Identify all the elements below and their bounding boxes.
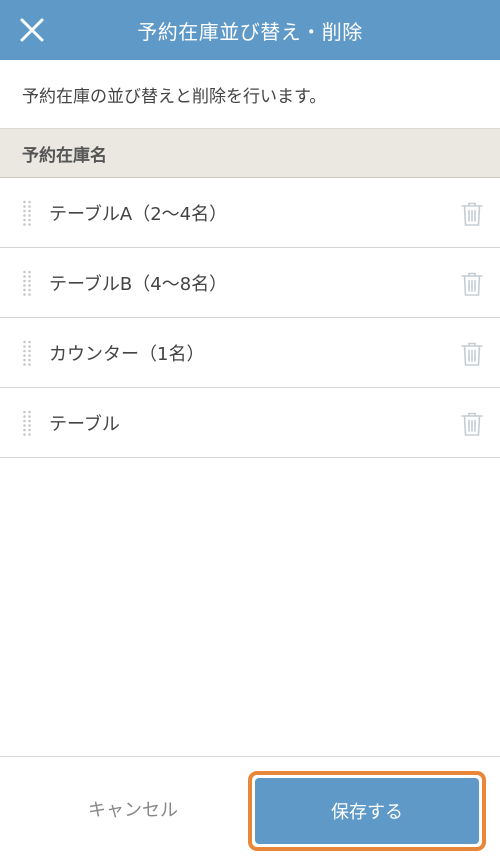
drag-handle-icon[interactable] [22,410,32,436]
save-button[interactable]: 保存する [255,778,479,844]
trash-icon[interactable] [460,271,484,297]
trash-icon[interactable] [460,201,484,227]
item-label: テーブルA（2〜4名） [49,203,228,225]
list-item[interactable]: テーブル [0,388,500,458]
trash-icon[interactable] [460,411,484,437]
item-label: テーブルB（4〜8名） [49,273,228,295]
section-header: 予約在庫名 [0,128,500,178]
page-title: 予約在庫並び替え・削除 [137,19,363,44]
close-button[interactable] [16,14,48,46]
item-label: テーブル [49,413,120,435]
item-label: カウンター（1名） [49,343,205,365]
trash-icon[interactable] [460,341,484,367]
inventory-list: テーブルA（2〜4名） テーブルB（4〜8名） カウンター（1名） テーブル [0,178,500,458]
list-item[interactable]: テーブルA（2〜4名） [0,178,500,248]
header-bar: 予約在庫並び替え・削除 [0,0,500,60]
footer-bar: キャンセル 保存する [0,756,500,860]
drag-handle-icon[interactable] [22,200,32,226]
reorder-delete-screen: 予約在庫並び替え・削除 予約在庫の並び替えと削除を行います。 予約在庫名 テーブ… [0,0,500,860]
list-item[interactable]: カウンター（1名） [0,318,500,388]
description-text: 予約在庫の並び替えと削除を行います。 [22,86,327,107]
cancel-button[interactable]: キャンセル [20,779,246,839]
drag-handle-icon[interactable] [22,270,32,296]
list-item[interactable]: テーブルB（4〜8名） [0,248,500,318]
close-icon [20,18,44,42]
drag-handle-icon[interactable] [22,340,32,366]
